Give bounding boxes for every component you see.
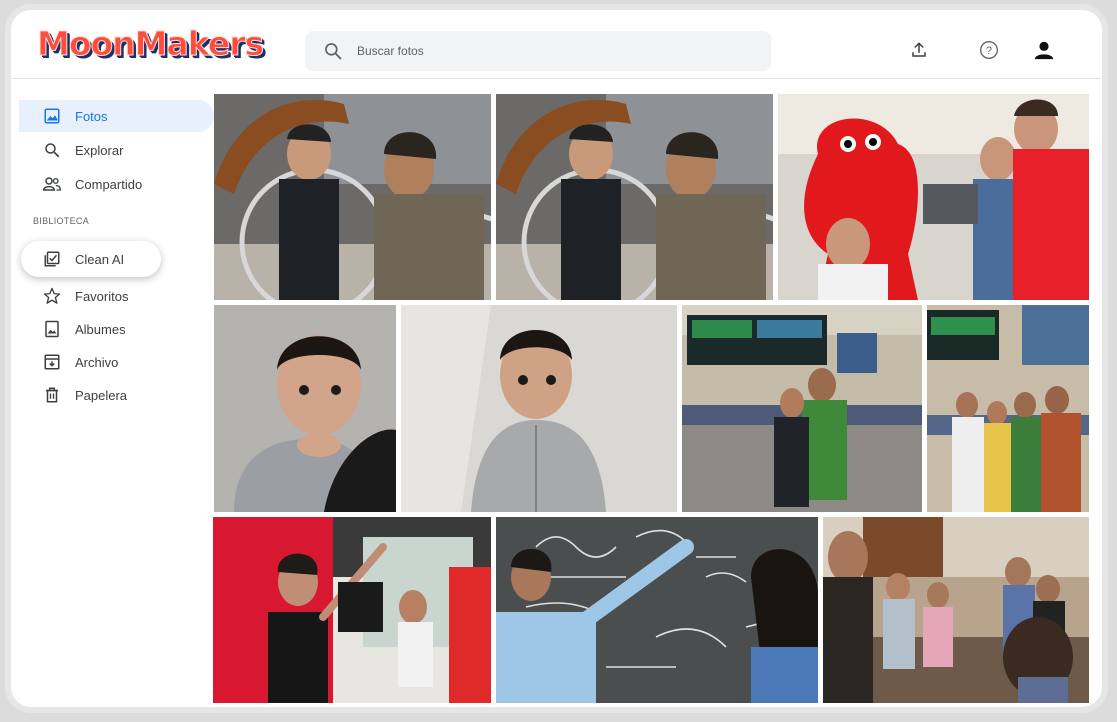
photo-baby-1[interactable] xyxy=(214,305,396,512)
photo-control-room-1[interactable] xyxy=(682,305,922,512)
search-icon xyxy=(41,139,63,161)
people-icon xyxy=(41,173,63,195)
search-input[interactable] xyxy=(355,43,739,59)
header: MoonMakers ? xyxy=(11,10,1102,79)
photo-bike-repair-2[interactable] xyxy=(496,94,773,300)
photo-baby-2[interactable] xyxy=(401,305,677,512)
star-icon xyxy=(41,285,63,307)
help-icon[interactable]: ? xyxy=(977,38,1001,62)
sidebar-item-label: Explorar xyxy=(75,142,124,158)
svg-text:?: ? xyxy=(986,45,992,57)
sidebar-item-clean-ai[interactable]: Clean AI xyxy=(21,241,161,277)
sidebar-item-papelera[interactable]: Papelera xyxy=(19,379,214,411)
photo-icon xyxy=(41,105,63,127)
sidebar-item-label: Fotos xyxy=(75,108,108,124)
trash-icon xyxy=(41,384,63,406)
sidebar-item-label: Clean AI xyxy=(75,251,125,267)
photo-control-room-2[interactable] xyxy=(927,305,1089,512)
sidebar-item-label: Archivo xyxy=(75,354,119,370)
sidebar-item-label: Albumes xyxy=(75,321,126,337)
album-icon xyxy=(41,318,63,340)
sidebar-item-favoritos[interactable]: Favoritos xyxy=(19,280,214,312)
photo-mascot-group[interactable] xyxy=(778,94,1089,300)
sidebar-item-explorar[interactable]: Explorar xyxy=(19,134,214,166)
sidebar-item-compartido[interactable]: Compartido xyxy=(19,168,214,200)
photo-workshop[interactable] xyxy=(823,517,1089,703)
sidebar-item-archivo[interactable]: Archivo xyxy=(19,346,214,378)
sidebar-item-albumes[interactable]: Albumes xyxy=(19,313,214,345)
sidebar-item-label: Compartido xyxy=(75,176,143,192)
search-bar[interactable] xyxy=(305,31,771,71)
sidebar-item-label: Favoritos xyxy=(75,288,129,304)
photo-event-speakers[interactable] xyxy=(213,517,491,703)
logo[interactable]: MoonMakers xyxy=(36,24,264,64)
checked-photos-icon xyxy=(41,248,63,270)
archive-icon xyxy=(41,351,63,373)
app-frame: MoonMakers ? xyxy=(5,4,1108,713)
section-label-biblioteca: BIBLIOTECA xyxy=(33,216,90,226)
photo-bike-repair-1[interactable] xyxy=(214,94,491,300)
upload-icon[interactable] xyxy=(907,38,931,62)
photo-chalkboard[interactable] xyxy=(496,517,818,703)
account-icon[interactable] xyxy=(1032,38,1056,62)
sidebar: Fotos Explorar Compartido BIBLIOTECA Cle… xyxy=(11,78,216,707)
sidebar-item-label: Papelera xyxy=(75,387,128,403)
search-icon xyxy=(325,43,342,60)
sidebar-item-fotos[interactable]: Fotos xyxy=(19,100,214,132)
